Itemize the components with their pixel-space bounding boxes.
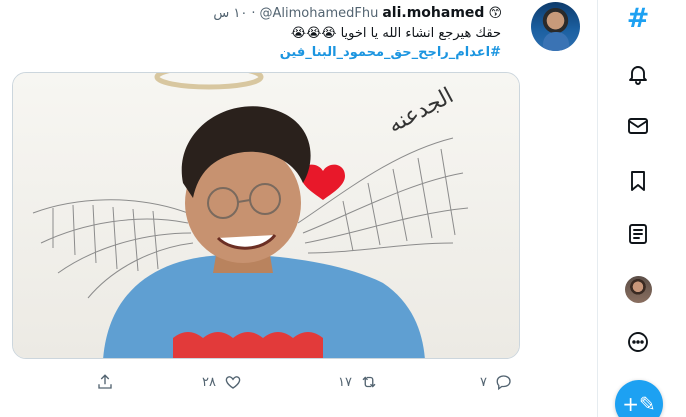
tweet-hashtag-link[interactable]: #اعدام_راجح_حق_محمود_البنا_فين — [280, 43, 501, 62]
more-icon — [628, 332, 648, 352]
bell-icon — [629, 66, 647, 85]
hashtag-icon: # — [626, 2, 650, 34]
like-button[interactable]: ٢٨ — [202, 370, 242, 394]
nav-lists[interactable] — [623, 219, 653, 249]
share-icon — [98, 374, 112, 389]
profile-avatar — [624, 275, 652, 303]
media-illustration: الجدعنه — [13, 73, 519, 358]
tweet-media-image[interactable]: الجدعنه — [12, 72, 520, 359]
retweet-icon — [362, 376, 376, 388]
nav-bookmarks[interactable] — [623, 166, 653, 196]
heart-icon — [225, 376, 241, 389]
tweet-timestamp[interactable]: ١٠ س — [213, 6, 247, 21]
reply-button[interactable]: ٧ — [480, 370, 513, 394]
bookmark-icon — [631, 171, 645, 191]
nav-more[interactable] — [623, 327, 653, 357]
author-avatar[interactable] — [531, 2, 580, 51]
tweet-header: 😙 ali.mohamed @AlimohamedFhu · ١٠ س — [213, 3, 502, 23]
nav-messages[interactable] — [623, 111, 653, 141]
retweet-button[interactable]: ١٧ — [338, 370, 378, 394]
compose-icon: +✎ — [622, 392, 656, 416]
name-emoji: 😙 — [488, 5, 502, 21]
author-handle[interactable]: @AlimohamedFhu — [260, 6, 379, 21]
reply-icon — [496, 375, 511, 391]
like-count: ٢٨ — [202, 374, 216, 390]
reply-count: ٧ — [480, 374, 487, 390]
tweet-action-bar: ٢٨ ١٧ ٧ — [0, 370, 598, 394]
author-display-name[interactable]: ali.mohamed — [382, 5, 484, 21]
mail-icon — [628, 118, 648, 134]
retweet-count: ١٧ — [338, 374, 352, 390]
compose-tweet-button[interactable]: +✎ — [615, 380, 663, 417]
nav-explore[interactable]: # — [623, 2, 653, 34]
share-button[interactable] — [96, 370, 114, 394]
nav-notifications[interactable] — [623, 59, 653, 89]
tweet-column: 😙 ali.mohamed @AlimohamedFhu · ١٠ س حقك … — [0, 0, 598, 417]
nav-profile[interactable] — [623, 274, 653, 304]
tweet-text: حقك هيرجع انشاء الله يا اخويا 😭😭😭 — [290, 26, 501, 41]
right-nav-rail: # +✎ — [599, 0, 686, 417]
separator-dot: · — [251, 5, 256, 21]
list-icon — [629, 224, 647, 244]
